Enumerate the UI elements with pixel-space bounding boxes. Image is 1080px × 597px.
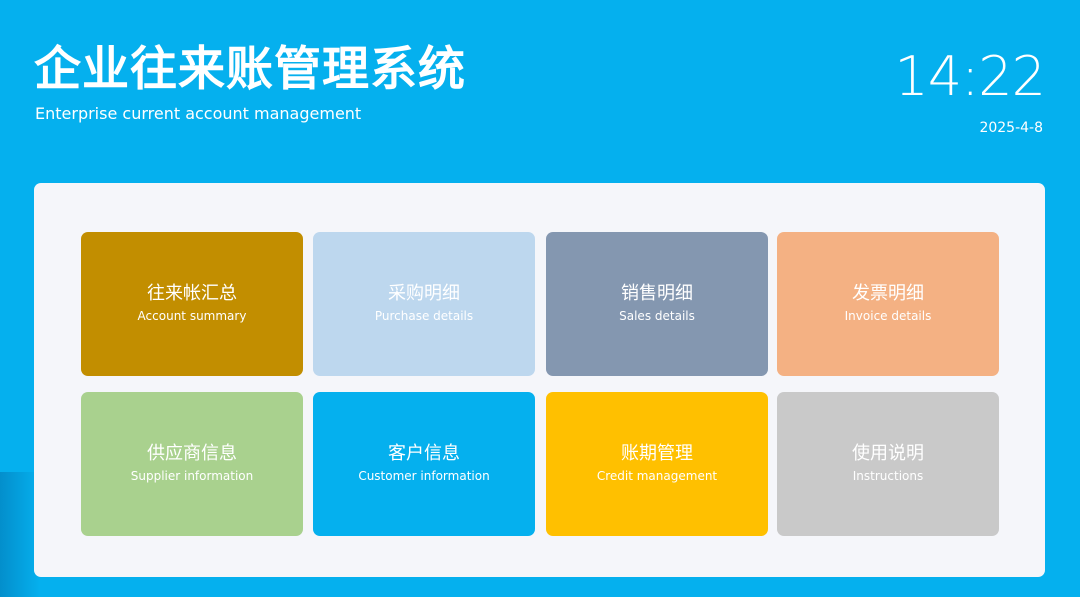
tile-customer-information[interactable]: 客户信息 Customer information — [313, 392, 535, 536]
tile-sales-details[interactable]: 销售明细 Sales details — [546, 232, 768, 376]
tile-label-en: Sales details — [619, 309, 695, 323]
clock-date: 2025-4-8 — [979, 120, 1043, 136]
tile-label-cn: 客户信息 — [388, 443, 460, 464]
tile-label-en: Invoice details — [844, 309, 932, 323]
tile-label-cn: 发票明细 — [852, 283, 924, 304]
tile-supplier-information[interactable]: 供应商信息 Supplier information — [81, 392, 303, 536]
tile-credit-management[interactable]: 账期管理 Credit management — [546, 392, 768, 536]
tile-label-en: Purchase details — [374, 309, 474, 323]
tile-label-cn: 使用说明 — [852, 443, 924, 464]
tile-label-en: Credit management — [596, 469, 718, 483]
tile-label-cn: 账期管理 — [621, 443, 693, 464]
tile-label-en: Instructions — [852, 469, 924, 483]
app-subtitle: Enterprise current account management — [35, 104, 362, 123]
app-title: 企业往来账管理系统 — [34, 42, 466, 97]
tile-instructions[interactable]: 使用说明 Instructions — [777, 392, 999, 536]
tile-invoice-details[interactable]: 发票明细 Invoice details — [777, 232, 999, 376]
menu-panel: 往来帐汇总 Account summary 采购明细 Purchase deta… — [34, 183, 1045, 577]
tile-account-summary[interactable]: 往来帐汇总 Account summary — [81, 232, 303, 376]
tile-purchase-details[interactable]: 采购明细 Purchase details — [313, 232, 535, 376]
tile-label-cn: 往来帐汇总 — [147, 283, 237, 304]
clock-time: 14:22 — [894, 45, 1046, 108]
tile-label-cn: 供应商信息 — [147, 443, 237, 464]
tile-label-en: Customer information — [358, 469, 490, 483]
tile-label-cn: 采购明细 — [388, 283, 460, 304]
tile-label-en: Supplier information — [130, 469, 254, 483]
tile-label-cn: 销售明细 — [621, 283, 693, 304]
tile-label-en: Account summary — [137, 309, 247, 323]
